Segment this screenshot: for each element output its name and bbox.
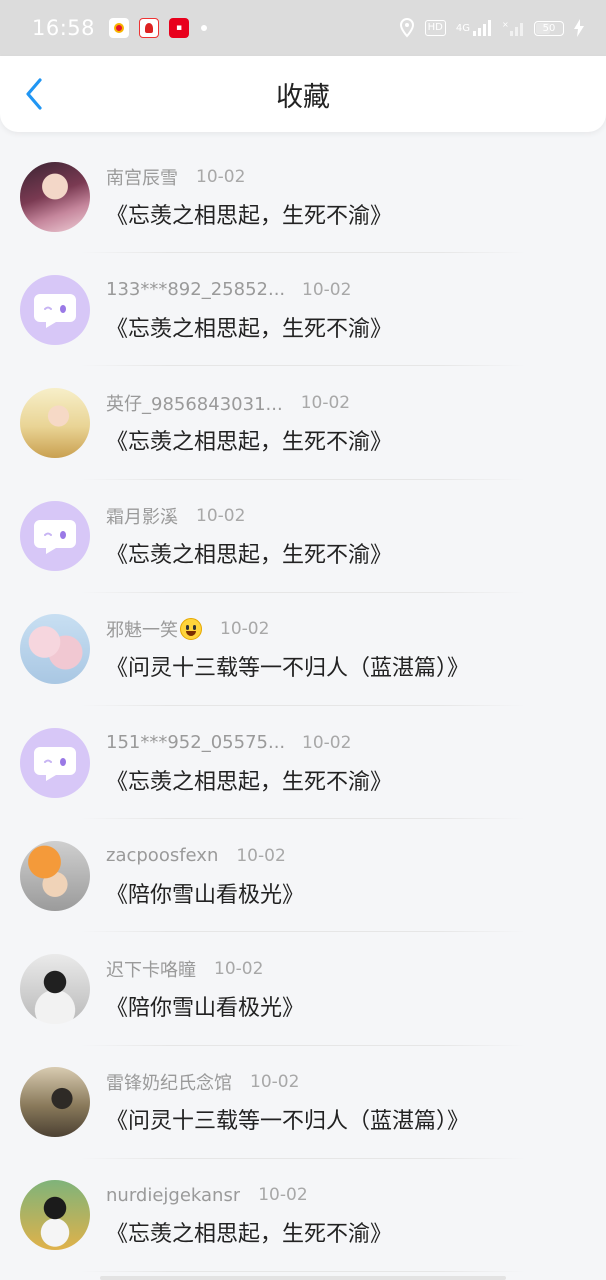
date: 10-02 (214, 958, 264, 979)
avatar[interactable] (20, 953, 90, 1024)
user-name[interactable]: 雷锋奶纪氏念馆 (106, 1069, 232, 1095)
notification-dot (201, 25, 208, 31)
user-name[interactable]: 南宫辰雪 (106, 164, 178, 190)
book-title[interactable]: 《陪你雪山看极光》 (106, 877, 304, 909)
book-title[interactable]: 《忘羡之相思起，生死不渝》 (106, 537, 392, 569)
date: 10-02 (196, 166, 246, 187)
list-item[interactable]: 雷锋奶纪氏念馆 10-02 《问灵十三载等一不归人（蓝湛篇）》 (0, 1046, 606, 1159)
list-item[interactable]: 迟下卡咯瞳 10-02 《陪你雪山看极光》 (0, 932, 606, 1046)
signal-4g-icon: 4G (456, 19, 492, 37)
red-icon (139, 18, 160, 38)
list-item[interactable]: 英仔_9856843031... 10-02 《忘羡之相思起，生死不渝》 (0, 366, 606, 480)
status-time: 16:58 (32, 16, 96, 40)
chat-bubble-icon (34, 746, 76, 781)
date: 10-02 (250, 1072, 300, 1093)
status-bar: 16:58 ▪ HD 4G × 50 (0, 0, 606, 56)
avatar[interactable] (20, 1067, 90, 1138)
status-right: HD 4G × 50 (399, 18, 584, 38)
chevron-left-icon (26, 78, 42, 110)
date: 10-02 (258, 1185, 308, 1206)
book-title[interactable]: 《问灵十三载等一不归人（蓝湛篇）》 (106, 1103, 469, 1135)
page-title: 收藏 (276, 81, 330, 113)
battery-icon: 50 (534, 20, 564, 36)
date: 10-02 (302, 732, 352, 753)
tmall-icon: ▪ (169, 18, 190, 38)
user-name[interactable]: 英仔_9856843031... (106, 390, 283, 416)
list-item[interactable]: 133***892_25852... 10-02 《忘羡之相思起，生死不渝》 (0, 253, 606, 367)
signal-weak-icon: × (502, 19, 524, 37)
user-name[interactable]: 邪魅一笑 (106, 616, 178, 642)
avatar[interactable] (20, 840, 90, 911)
book-title[interactable]: 《忘羡之相思起，生死不渝》 (106, 424, 392, 456)
scroll-indicator (100, 1276, 506, 1280)
list-item[interactable]: 霜月影溪 10-02 《忘羡之相思起，生死不渝》 (0, 480, 606, 593)
date: 10-02 (196, 506, 246, 527)
back-button[interactable] (18, 78, 50, 110)
date: 10-02 (300, 392, 351, 413)
favorites-list: 南宫辰雪 10-02 《忘羡之相思起，生死不渝》 133***892_25852… (0, 140, 606, 1273)
chat-bubble-icon (34, 293, 76, 328)
user-name[interactable]: zacpoosfexn (106, 845, 218, 866)
book-title[interactable]: 《忘羡之相思起，生死不渝》 (106, 1216, 392, 1248)
chat-bubble-icon (34, 520, 76, 555)
list-item[interactable]: zacpoosfexn 10-02 《陪你雪山看极光》 (0, 819, 606, 933)
book-title[interactable]: 《忘羡之相思起，生死不渝》 (106, 764, 392, 796)
date: 10-02 (302, 279, 352, 300)
book-title[interactable]: 《忘羡之相思起，生死不渝》 (106, 198, 392, 230)
user-name[interactable]: 迟下卡咯瞳 (106, 956, 196, 982)
user-name[interactable]: 151***952_05575... (106, 732, 284, 753)
book-title[interactable]: 《忘羡之相思起，生死不渝》 (106, 311, 392, 343)
grin-emoji-icon (180, 618, 202, 641)
weibo-icon (109, 18, 130, 38)
location-icon (399, 18, 415, 38)
svg-text:×: × (502, 20, 509, 29)
user-name[interactable]: 霜月影溪 (106, 503, 178, 529)
book-title[interactable]: 《陪你雪山看极光》 (106, 990, 304, 1022)
book-title[interactable]: 《问灵十三载等一不归人（蓝湛篇）》 (106, 650, 469, 682)
date: 10-02 (236, 845, 286, 866)
avatar[interactable] (20, 161, 90, 232)
charging-icon (574, 19, 584, 37)
avatar[interactable] (20, 387, 90, 458)
user-name[interactable]: 133***892_25852... (106, 279, 284, 300)
default-avatar[interactable] (20, 727, 90, 798)
list-item[interactable]: 邪魅一笑 10-02 《问灵十三载等一不归人（蓝湛篇）》 (0, 593, 606, 707)
default-avatar[interactable] (20, 274, 90, 345)
list-item[interactable]: 151***952_05575... 10-02 《忘羡之相思起，生死不渝》 (0, 706, 606, 820)
date: 10-02 (220, 619, 270, 640)
hd-icon: HD (424, 20, 446, 36)
avatar[interactable] (20, 1180, 90, 1251)
user-name[interactable]: nurdiejgekansr (106, 1185, 240, 1206)
page-header: 收藏 (0, 56, 606, 132)
default-avatar[interactable] (20, 501, 90, 572)
avatar[interactable] (20, 614, 90, 685)
list-item[interactable]: nurdiejgekansr 10-02 《忘羡之相思起，生死不渝》 (0, 1159, 606, 1273)
list-item[interactable]: 南宫辰雪 10-02 《忘羡之相思起，生死不渝》 (0, 140, 606, 254)
